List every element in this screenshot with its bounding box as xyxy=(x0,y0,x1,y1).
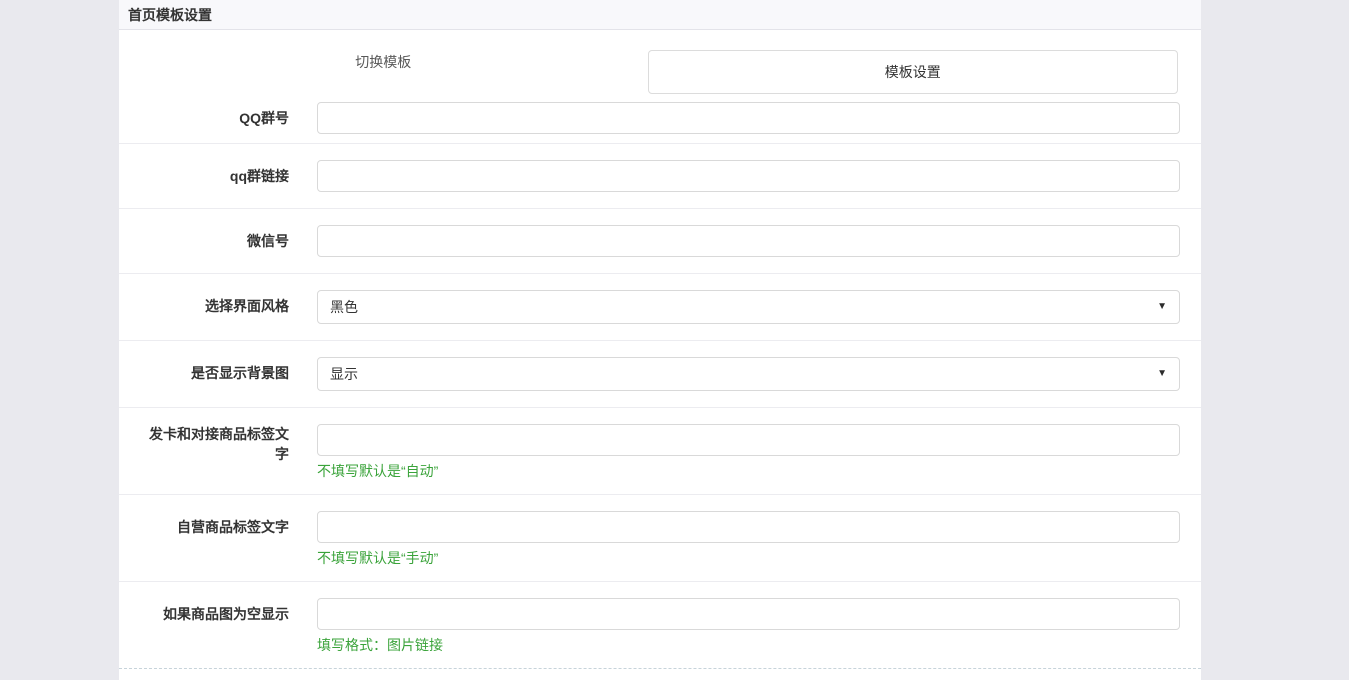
empty-product-image-input[interactable] xyxy=(317,598,1180,630)
field-control: 不填写默认是“手动” xyxy=(317,511,1180,567)
dashed-divider xyxy=(119,668,1201,680)
wechat-id-input[interactable] xyxy=(317,225,1180,257)
ui-style-select-value: 黑色 xyxy=(330,297,358,317)
field-control xyxy=(317,225,1180,257)
dropdown-arrow-icon: ▼ xyxy=(1157,369,1167,379)
field-control xyxy=(317,102,1180,134)
field-label: qq群链接 xyxy=(139,160,289,192)
field-hint: 不填写默认是“自动” xyxy=(317,463,1180,480)
ui-style-select[interactable]: 黑色 ▼ xyxy=(317,290,1180,324)
tab-template-settings[interactable]: 模板设置 xyxy=(648,50,1179,94)
card-product-label-input[interactable] xyxy=(317,424,1180,456)
tab-switch-template-label: 切换模板 xyxy=(355,52,411,72)
form-row-qq-group-number: QQ群号 xyxy=(119,94,1201,143)
form-row-card-product-label: 发卡和对接商品标签文字 不填写默认是“自动” xyxy=(119,407,1201,494)
field-control: 黑色 ▼ xyxy=(317,290,1180,324)
field-label: 微信号 xyxy=(139,225,289,257)
field-control: 填写格式：图片链接 xyxy=(317,598,1180,654)
qq-group-link-input[interactable] xyxy=(317,160,1180,192)
field-control: 显示 ▼ xyxy=(317,357,1180,391)
page-title: 首页模板设置 xyxy=(128,5,212,25)
page-header: 首页模板设置 xyxy=(119,0,1201,30)
self-product-label-input[interactable] xyxy=(317,511,1180,543)
tab-template-settings-label: 模板设置 xyxy=(885,62,941,82)
field-label: QQ群号 xyxy=(139,102,289,134)
show-background-select-value: 显示 xyxy=(330,364,358,384)
field-label: 选择界面风格 xyxy=(139,290,289,322)
settings-panel: 首页模板设置 切换模板 模板设置 QQ群号 qq群链接 微信号 xyxy=(119,0,1201,680)
show-background-select[interactable]: 显示 ▼ xyxy=(317,357,1180,391)
field-hint: 不填写默认是“手动” xyxy=(317,550,1180,567)
form-row-show-background: 是否显示背景图 显示 ▼ xyxy=(119,340,1201,407)
settings-card: 切换模板 模板设置 QQ群号 qq群链接 微信号 选择界面风格 xyxy=(119,30,1201,680)
field-control: 不填写默认是“自动” xyxy=(317,424,1180,480)
dropdown-arrow-icon: ▼ xyxy=(1157,302,1167,312)
tab-bar: 切换模板 模板设置 xyxy=(119,30,1201,94)
qq-group-number-input[interactable] xyxy=(317,102,1180,134)
form-row-qq-group-link: qq群链接 xyxy=(119,143,1201,208)
field-hint: 填写格式：图片链接 xyxy=(317,637,1180,654)
form-row-empty-product-image: 如果商品图为空显示 填写格式：图片链接 xyxy=(119,581,1201,668)
field-label: 自营商品标签文字 xyxy=(139,511,289,543)
field-label: 发卡和对接商品标签文字 xyxy=(139,424,289,464)
form-row-self-product-label: 自营商品标签文字 不填写默认是“手动” xyxy=(119,494,1201,581)
tab-switch-template[interactable]: 切换模板 xyxy=(119,30,648,94)
form-row-ui-style: 选择界面风格 黑色 ▼ xyxy=(119,273,1201,340)
form-row-wechat-id: 微信号 xyxy=(119,208,1201,273)
field-label: 如果商品图为空显示 xyxy=(139,598,289,630)
field-control xyxy=(317,160,1180,192)
field-label: 是否显示背景图 xyxy=(139,357,289,389)
